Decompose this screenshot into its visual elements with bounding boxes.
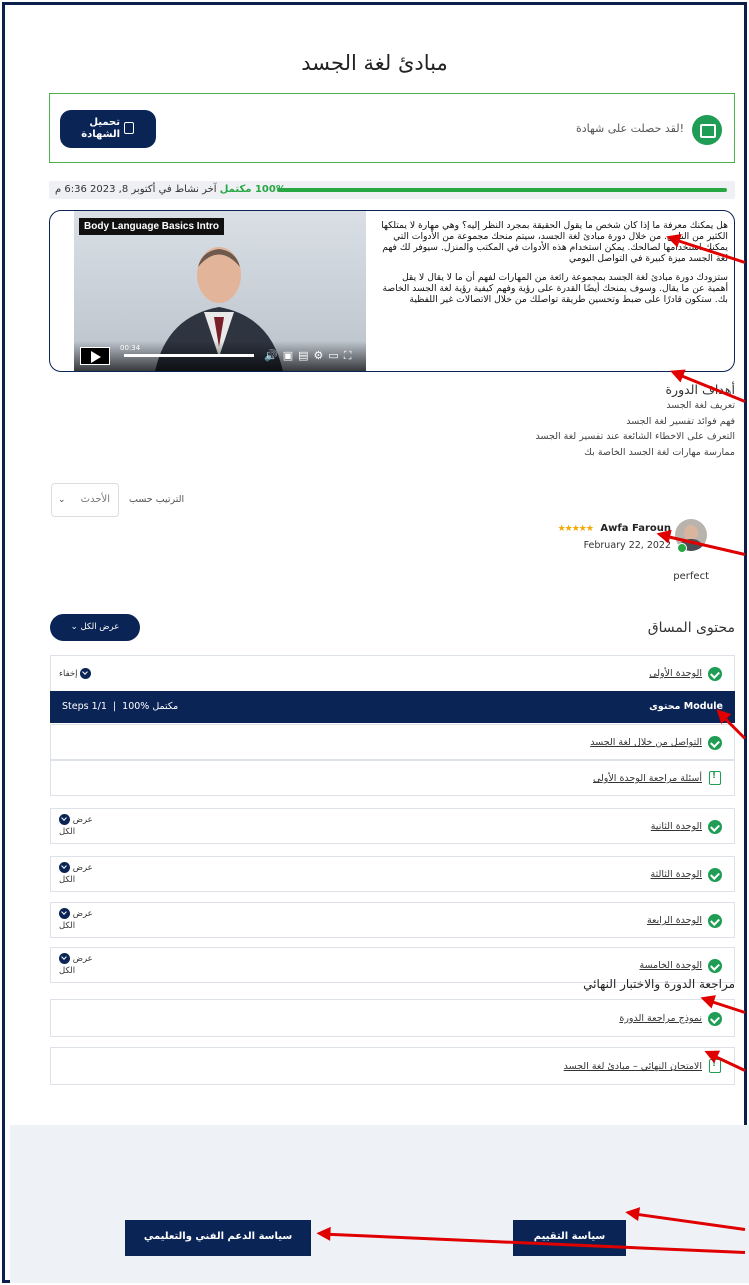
unit-title[interactable]: الوحدة الرابعة: [647, 915, 702, 926]
progress-text: 100% مكتمل آخر نشاط في أكتوبر 8, 2023 6:…: [55, 184, 286, 195]
footer: سياسة التقييم سياسة الدعم الفني والتعليم…: [10, 1125, 749, 1283]
play-button[interactable]: [80, 347, 110, 365]
unit-row-3[interactable]: الوحدة الثالثة عرض الكل: [50, 856, 735, 892]
expand-toggle[interactable]: عرض الكل: [59, 908, 101, 932]
unit-row-1[interactable]: الوحدة الأولى إخفاء: [50, 655, 735, 692]
module-steps: Steps 1/1: [62, 701, 107, 712]
page-frame: مبادئ لغة الجسد لقد حصلت على شهادة! تحمي…: [2, 2, 749, 1283]
review-author: ★★★★★ Awfa Faroun: [545, 523, 671, 534]
module-header: محتوى Module Steps 1/1 | 100% مكتمل: [50, 691, 735, 723]
rating-stars: ★★★★★: [557, 524, 594, 534]
complete-check-icon: [708, 914, 722, 928]
module-progress: Steps 1/1 | 100% مكتمل: [62, 701, 179, 712]
review-date: February 22, 2022: [583, 540, 671, 551]
quiz-title[interactable]: أسئلة مراجعة الوحدة الأولى: [593, 773, 702, 784]
download-certificate-label: تحميل الشهادة: [81, 117, 120, 140]
expand-toggle[interactable]: عرض الكل: [59, 814, 101, 838]
course-progress: 100% مكتمل آخر نشاط في أكتوبر 8, 2023 6:…: [49, 181, 735, 199]
complete-check-icon: [708, 959, 722, 973]
unit-title[interactable]: الوحدة الأولى: [649, 668, 702, 679]
chevron-down-icon: ⌄: [58, 495, 66, 505]
course-content-title: محتوى المساق: [647, 620, 735, 636]
download-certificate-button[interactable]: تحميل الشهادة: [60, 110, 156, 148]
review-text: perfect: [673, 571, 709, 582]
final-exam-row[interactable]: الامتحان النهائي – مبادئ لغة الجسد: [50, 1047, 735, 1085]
sort-label: الترتيب حسب: [129, 494, 185, 505]
sort-select[interactable]: الأحدث ⌄: [51, 483, 119, 517]
chevron-down-icon: [59, 953, 70, 964]
course-intro: Body Language Basics Intro 00:34 🔊▣▤⚙▭⛶ …: [49, 210, 735, 372]
collapse-toggle[interactable]: إخفاء: [59, 668, 92, 680]
complete-check-icon: [708, 1012, 722, 1026]
expand-toggle[interactable]: عرض الكل: [59, 953, 101, 977]
intro-video[interactable]: Body Language Basics Intro 00:34 🔊▣▤⚙▭⛶: [74, 211, 366, 371]
support-policy-button[interactable]: سياسة الدعم الفني والتعليمي: [125, 1220, 311, 1256]
review-model-row[interactable]: نموذج مراجعة الدورة: [50, 999, 735, 1037]
complete-check-icon: [708, 667, 722, 681]
assessment-policy-button[interactable]: سياسة التقييم: [513, 1220, 626, 1256]
collapse-label: إخفاء: [59, 669, 78, 679]
certificate-banner: لقد حصلت على شهادة! تحميل الشهادة: [49, 93, 735, 163]
lesson-title[interactable]: التواصل من خلال لغة الجسد: [590, 737, 702, 748]
expand-all-label: عرض الكل: [80, 622, 120, 632]
chevron-down-icon: ⌄: [70, 622, 78, 632]
expand-toggle[interactable]: عرض الكل: [59, 862, 101, 886]
sort-selected: الأحدث: [80, 494, 110, 505]
video-title: Body Language Basics Intro: [79, 218, 225, 235]
certificate-text: لقد حصلت على شهادة!: [575, 122, 684, 135]
complete-check-icon: [708, 820, 722, 834]
video-time: 00:34: [120, 344, 141, 352]
final-section-title: مراجعة الدورة والاختبار النهائي: [583, 977, 735, 991]
page-title: مبادئ لغة الجسد: [301, 51, 448, 75]
goal-item: فهم فوائد تفسير لغة الجسد: [626, 415, 735, 427]
unit-row-4[interactable]: الوحدة الرابعة عرض الكل: [50, 902, 735, 938]
video-controls-icons[interactable]: 🔊▣▤⚙▭⛶: [264, 349, 356, 363]
unit-title[interactable]: الوحدة الثانية: [651, 821, 702, 832]
review-model-link[interactable]: نموذج مراجعة الدورة: [619, 1013, 702, 1024]
goals-list: تعريف لغة الجسد فهم فوائد تفسير لغة الجس…: [49, 398, 735, 460]
goals-title: أهداف الدورة: [665, 382, 736, 397]
module-percent: 100% مكتمل: [122, 701, 179, 712]
goal-item: تعريف لغة الجسد: [666, 400, 735, 411]
certificate-icon: [692, 115, 722, 145]
unit-row-2[interactable]: الوحدة الثانية عرض الكل: [50, 808, 735, 844]
unit-title[interactable]: الوحدة الثالثة: [651, 869, 702, 880]
chevron-down-icon: [59, 908, 70, 919]
lesson-row[interactable]: التواصل من خلال لغة الجسد: [50, 724, 735, 760]
chevron-down-icon: [59, 814, 70, 825]
verified-icon: [677, 543, 687, 553]
progress-bar: [277, 188, 727, 192]
final-exam-link[interactable]: الامتحان النهائي – مبادئ لغة الجسد: [564, 1061, 702, 1072]
chevron-down-icon: [59, 862, 70, 873]
download-icon: [124, 122, 134, 134]
module-header-title: محتوى Module: [649, 701, 723, 712]
progress-percent: 100% مكتمل: [219, 184, 286, 195]
goal-item: ممارسة مهارات لغة الجسد الخاصة بك: [584, 446, 735, 458]
expand-all-button[interactable]: ⌄ عرض الكل: [50, 614, 140, 641]
quiz-row[interactable]: أسئلة مراجعة الوحدة الأولى: [50, 760, 735, 796]
unit-title[interactable]: الوحدة الخامسة: [639, 960, 702, 971]
chevron-up-icon: [80, 668, 92, 679]
video-seekbar[interactable]: [124, 354, 254, 357]
complete-check-icon: [708, 868, 722, 882]
quiz-icon: [709, 771, 721, 785]
complete-check-icon: [708, 736, 722, 750]
progress-activity: آخر نشاط في أكتوبر 8, 2023 6:36 م: [55, 184, 217, 195]
goal-item: التعرف على الاخطاء الشائعة عند تفسير لغة…: [535, 431, 735, 442]
intro-paragraph-2: ستزودك دورة مبادئ لغة الجسد بمجموعة رائع…: [382, 272, 728, 305]
